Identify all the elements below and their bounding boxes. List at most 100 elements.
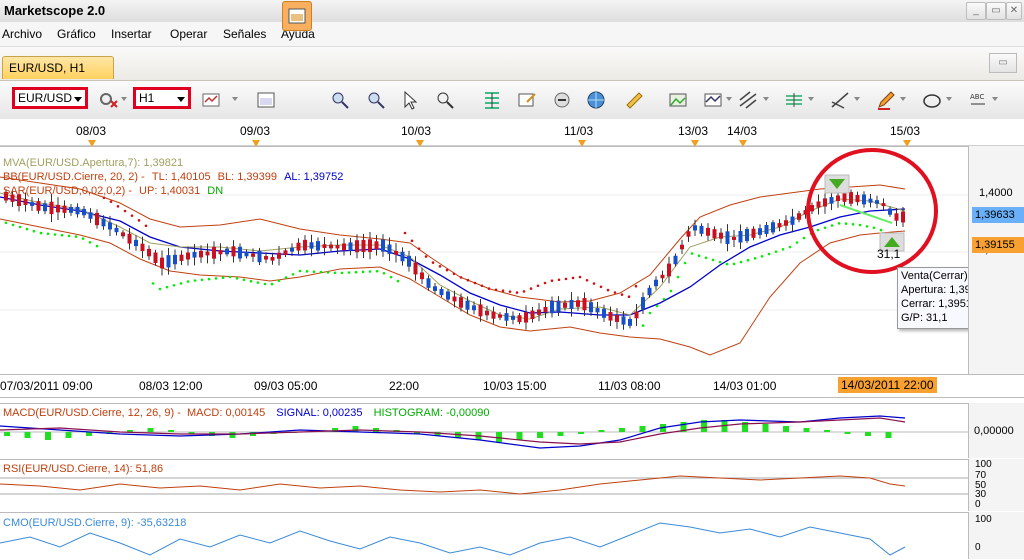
candle: [686, 231, 691, 237]
text-tool-icon[interactable]: ABC: [968, 90, 988, 110]
macd-histogram-bar: [762, 424, 769, 432]
cmo-pane[interactable]: CMO(EUR/USD.Cierre, 9): -35,63218: [0, 512, 968, 560]
candle: [452, 296, 457, 302]
macd-pane[interactable]: MACD(EUR/USD.Cierre, 12, 26, 9) - MACD: …: [0, 403, 968, 459]
candle: [134, 239, 138, 247]
chart-settings-active-button[interactable]: [282, 1, 312, 31]
menu-grafico[interactable]: Gráfico: [57, 27, 96, 41]
trendline-icon[interactable]: [830, 90, 850, 110]
ruler-icon[interactable]: [624, 90, 644, 110]
fibonacci-icon[interactable]: [482, 90, 502, 110]
horizontal-line-icon[interactable]: [784, 90, 804, 110]
sar-dot: [417, 247, 421, 250]
rsi-axis[interactable]: 100 70 50 30 0: [968, 459, 1024, 511]
chevron-down-icon[interactable]: [808, 97, 814, 101]
lines-icon[interactable]: [738, 90, 758, 110]
sar-dot: [375, 269, 379, 273]
price-chart-pane[interactable]: MVA(EUR/USD.Apertura,7): 1,39821 BB(EUR/…: [0, 146, 999, 375]
macd-histogram-bar: [496, 432, 502, 442]
chevron-down-icon[interactable]: [232, 97, 238, 101]
remove-instrument-icon[interactable]: [98, 90, 118, 110]
candle: [595, 308, 600, 313]
macd-axis[interactable]: 0,00000: [968, 403, 1024, 458]
pencil-icon[interactable]: [876, 90, 896, 110]
top-date-label: 08/03: [76, 124, 107, 138]
macd-histogram-bar: [147, 428, 154, 432]
top-date-label: 11/03: [564, 124, 594, 138]
sar-dot: [816, 228, 820, 232]
sar-dot: [81, 237, 85, 240]
sar-dot: [718, 260, 722, 264]
tooltip-close: Cerrar: 1,39514: [901, 298, 979, 310]
sar-dot: [550, 279, 554, 283]
sar-dot: [767, 252, 771, 256]
zoom-in-icon[interactable]: [330, 90, 350, 110]
top-date-label: 09/03: [240, 124, 271, 138]
bb-bl-value: BL: 1,39399: [217, 171, 277, 183]
sar-dot: [823, 226, 827, 230]
minimize-button[interactable]: _: [966, 2, 986, 20]
sar-dot: [116, 205, 120, 208]
sar-dn-value: DN: [207, 185, 224, 197]
top-date-label: 14/03: [727, 124, 758, 138]
menu-operar[interactable]: Operar: [170, 27, 207, 41]
menu-archivo[interactable]: Archivo: [2, 27, 42, 41]
sar-dot: [837, 222, 841, 225]
candle: [348, 242, 353, 251]
cursor-icon[interactable]: [400, 90, 420, 110]
sar-dot: [452, 272, 456, 276]
sar-dot: [543, 281, 547, 285]
sar-dot: [732, 262, 736, 266]
tab-eurusd-h1[interactable]: EUR/USD, H1: [2, 56, 114, 79]
trade-icon[interactable]: [552, 90, 572, 110]
candle: [725, 231, 730, 244]
macd-histogram-bar: [885, 432, 892, 438]
price-axis[interactable]: 1,4000 1,3900 1,39633 1,39155: [968, 146, 1024, 374]
chart-type-icon[interactable]: [201, 90, 221, 110]
chevron-down-icon[interactable]: [992, 97, 998, 101]
candle: [829, 197, 834, 204]
image-icon[interactable]: [668, 90, 688, 110]
symbol-dropdown[interactable]: EUR/USD: [12, 87, 88, 109]
sar-dot: [326, 271, 330, 274]
sar-dot: [536, 284, 540, 288]
sar-dot: [830, 224, 834, 227]
sar-dot: [515, 291, 519, 294]
macd-histogram-bar: [516, 432, 523, 440]
candle: [387, 244, 392, 254]
chevron-down-icon[interactable]: [121, 97, 127, 101]
maximize-button[interactable]: ▭: [986, 2, 1006, 20]
sar-dot: [424, 255, 428, 258]
menu-senales[interactable]: Señales: [223, 27, 266, 41]
indicator-icon[interactable]: [703, 90, 723, 110]
cmo-axis[interactable]: 100 0: [968, 512, 1024, 559]
candle: [316, 241, 320, 251]
timeframe-dropdown[interactable]: H1: [133, 87, 191, 109]
ellipse-icon[interactable]: [922, 90, 942, 110]
order-icon[interactable]: [517, 90, 537, 110]
rsi-pane[interactable]: RSI(EUR/USD.Cierre, 14): 51,86: [0, 459, 968, 512]
chevron-down-icon[interactable]: [726, 97, 732, 101]
sar-dot: [284, 276, 288, 279]
chevron-down-icon[interactable]: [900, 97, 906, 101]
menu-insertar[interactable]: Insertar: [111, 27, 152, 41]
sar-dot: [25, 227, 29, 231]
candle: [777, 223, 782, 228]
macd-histogram-bar: [229, 432, 236, 438]
tab-bar: EUR/USD, H1 ▭: [0, 47, 1024, 81]
chevron-down-icon[interactable]: [854, 97, 860, 101]
sar-dot: [725, 262, 729, 266]
zoom-out-icon[interactable]: [366, 90, 386, 110]
chart-view-icon[interactable]: [256, 90, 276, 110]
tab-restore-button[interactable]: ▭: [989, 53, 1017, 73]
close-button[interactable]: ✕: [1006, 2, 1022, 20]
macd-histogram-bar: [619, 428, 625, 432]
candle: [192, 251, 197, 258]
candle: [901, 211, 905, 223]
candle: [95, 212, 99, 226]
sar-dot: [340, 271, 344, 275]
zoom-tool-icon[interactable]: [436, 90, 456, 110]
chevron-down-icon[interactable]: [763, 97, 769, 101]
chevron-down-icon[interactable]: [946, 97, 952, 101]
globe-icon[interactable]: [586, 90, 606, 110]
